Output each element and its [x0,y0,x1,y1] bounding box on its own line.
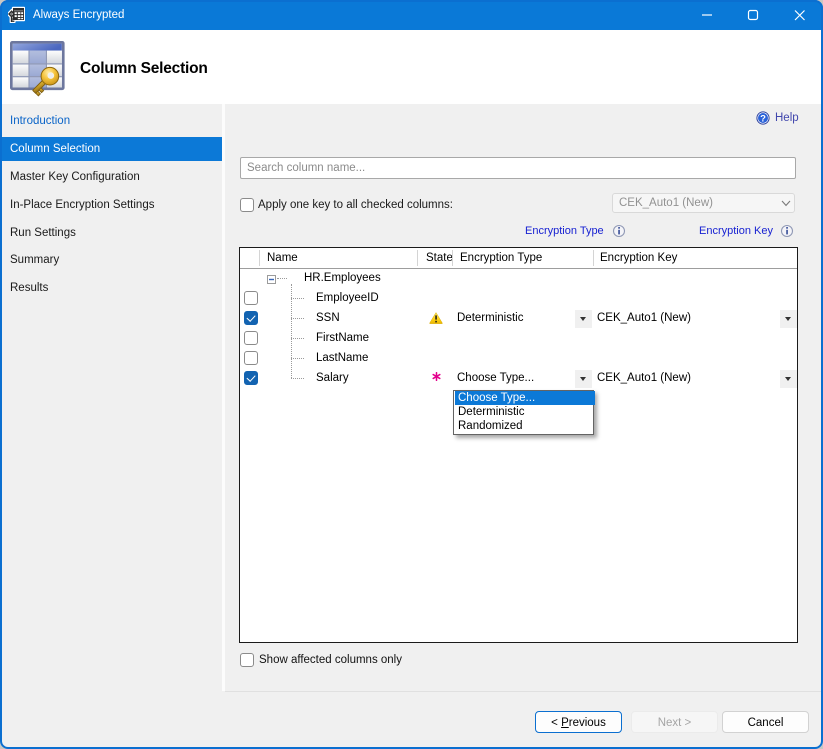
svg-text:?: ? [760,113,766,124]
